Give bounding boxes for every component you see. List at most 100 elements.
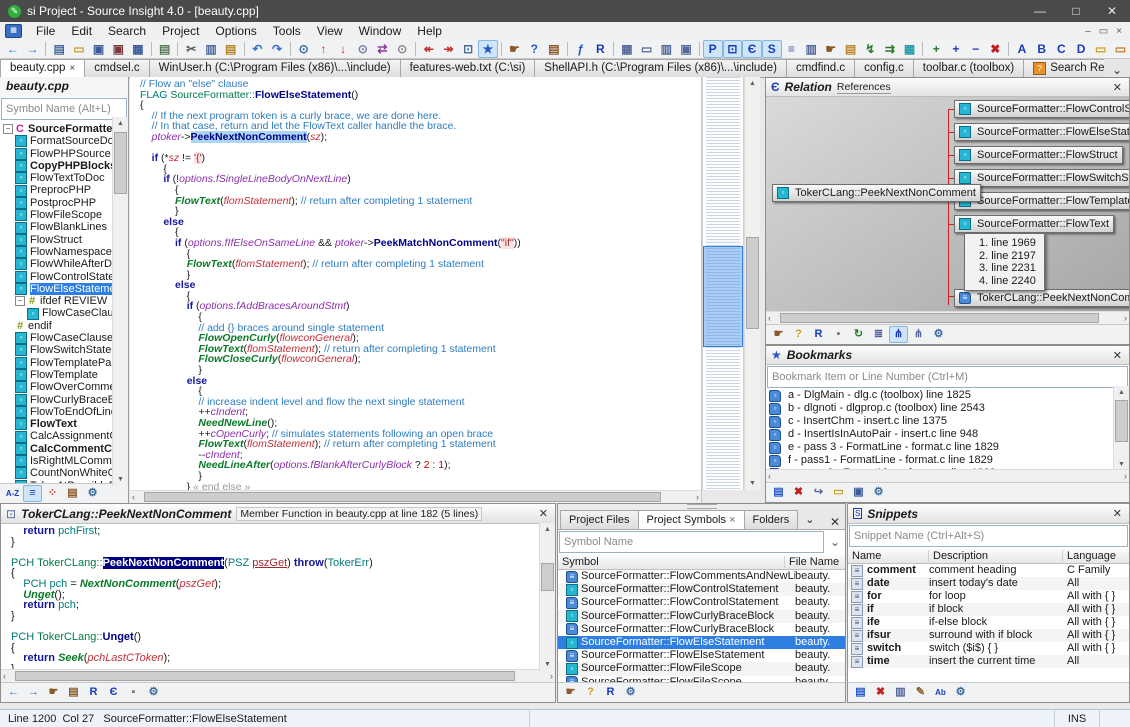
editor-vertical-scrollbar[interactable]: ▲▼ <box>744 77 760 490</box>
bookmark-b-icon[interactable]: B <box>1032 40 1052 58</box>
column-file-name[interactable]: File Name <box>785 556 845 568</box>
goto-bookmark-icon[interactable]: ↪ <box>809 484 828 501</box>
minimize-button[interactable]: — <box>1022 0 1058 22</box>
lock-icon[interactable]: ▪ <box>124 684 143 701</box>
symbol-item-flowcaseclause[interactable]: ▫FlowCaseClause <box>0 332 128 344</box>
clipboard-window-icon[interactable]: ▤ <box>841 40 861 58</box>
bookmark-item[interactable]: ▫d - InsertIsInAutoPair - insert.c line … <box>766 428 1129 441</box>
project-symbol-row[interactable]: ≡SourceFormatter::FlowCurlyBraceBlockbea… <box>558 623 845 636</box>
sort-alphabetic-icon[interactable]: A-Z <box>3 485 22 502</box>
grid-view-icon[interactable]: ▦ <box>900 40 920 58</box>
tab-cmdfind-c[interactable]: cmdfind.c <box>786 59 855 77</box>
snippet-row[interactable]: ≡switchswitch ($i$) { }All with { } <box>848 642 1129 655</box>
bookmarks-close-icon[interactable]: ✕ <box>1111 349 1124 362</box>
vertical-graph-icon[interactable]: ⋔ <box>909 326 928 343</box>
settings-gear-icon[interactable]: ⚙ <box>951 684 970 701</box>
delete-bookmark-icon[interactable]: ✖ <box>789 484 808 501</box>
symbol-tree[interactable]: −CSourceFormatter▫FormatSourceDoc▫FlowPH… <box>0 121 128 483</box>
open-bookmarks-icon[interactable]: ▭ <box>829 484 848 501</box>
split-window-icon[interactable]: ▥ <box>656 40 676 58</box>
tab-beauty-cpp[interactable]: beauty.cpp× <box>0 59 85 77</box>
save-bookmarks-icon[interactable]: ▣ <box>849 484 868 501</box>
relation-close-icon[interactable]: ✕ <box>1111 81 1124 94</box>
relation-graph[interactable]: ▫SourceFormatter::FlowControlStatement▫S… <box>766 97 1129 311</box>
tab-toolbar-c-toolbox[interactable]: toolbar.c (toolbox) <box>913 59 1024 77</box>
project-symbol-row[interactable]: ≡SourceFormatter::FlowElseStatementbeaut… <box>558 649 845 662</box>
save-all-icon[interactable]: ▦ <box>128 40 148 58</box>
symbol-item-tokeratpossibledecl[interactable]: ▫TokerAtPossibleDecl <box>0 480 128 483</box>
delete-snippet-icon[interactable]: ✖ <box>871 684 890 701</box>
reference-line-item[interactable]: 3. line 2231 <box>979 262 1036 275</box>
jump-callee-icon[interactable]: ↠ <box>439 40 459 58</box>
expand-all-icon[interactable]: + <box>946 40 966 58</box>
menu-search[interactable]: Search <box>100 23 154 40</box>
tab-folders[interactable]: Folders <box>744 510 799 529</box>
lookup-references-icon[interactable]: ☛ <box>561 684 580 701</box>
mdi-restore-icon[interactable]: ▭ <box>1099 26 1108 37</box>
column-description[interactable]: Description <box>929 550 1063 562</box>
column-name[interactable]: Name <box>848 550 929 562</box>
cut-icon[interactable]: ✂ <box>181 40 201 58</box>
tab-config-c[interactable]: config.c <box>854 59 914 77</box>
function-list-icon[interactable]: ƒ <box>571 40 591 58</box>
snippets-close-icon[interactable]: ✕ <box>1111 507 1124 520</box>
tile-windows-icon[interactable]: ▦ <box>617 40 637 58</box>
lookup-references-icon[interactable]: ☛ <box>769 326 788 343</box>
symbol-list-toggle-icon[interactable]: ≡ <box>782 40 802 58</box>
save-as-icon[interactable]: ▣ <box>108 40 128 58</box>
folder-new-icon[interactable]: ▭ <box>1111 40 1130 58</box>
symbol-item-flowtext[interactable]: ▫FlowText <box>0 418 128 430</box>
sidebar-scrollbar[interactable]: ▲▼ <box>112 117 128 486</box>
paste-icon[interactable]: ▤ <box>221 40 241 58</box>
symbol-item-postprocphp[interactable]: ▫PostprocPHP <box>0 197 128 209</box>
snippet-search-input[interactable] <box>849 525 1128 547</box>
project-symbol-row[interactable]: ▫SourceFormatter::FlowControlStatementbe… <box>558 583 845 596</box>
add-line-icon[interactable]: + <box>926 40 946 58</box>
symbol-item-calccommentcolumn[interactable]: ▫CalcCommentColumn <box>0 443 128 455</box>
tab-features-web-txt-c-si[interactable]: features-web.txt (C:\si) <box>400 59 536 77</box>
symbol-item-flowcaseclause1[interactable]: ▫FlowCaseClause1 <box>0 307 128 319</box>
editor-horizontal-scrollbar[interactable]: ‹› <box>130 490 701 503</box>
symbol-item-formatsourcedoc[interactable]: ▫FormatSourceDoc <box>0 135 128 147</box>
symbol-item-isrightmlcomment[interactable]: ▫IsRightMLComment <box>0 455 128 467</box>
symbol-item-ifdef-review[interactable]: −#ifdef REVIEW <box>0 295 128 307</box>
tab-shellapi-h-c-program-files-x86-include[interactable]: ShellAPI.h (C:\Program Files (x86)\...\i… <box>534 59 787 77</box>
settings-gear-icon[interactable]: ⚙ <box>621 684 640 701</box>
lookup-references-icon[interactable]: ☛ <box>44 684 63 701</box>
project-symbol-row[interactable]: ▫SourceFormatter::FlowCurlyBraceBlockbea… <box>558 610 845 623</box>
new-bookmark-icon[interactable]: ▤ <box>769 484 788 501</box>
search-files-icon[interactable]: ⊙ <box>353 40 373 58</box>
relation-node-left-tokerclang-peeknextnoncomment[interactable]: ▫TokerCLang::PeekNextNonComment <box>772 184 981 202</box>
symbol-item-flowblanklines[interactable]: ▫FlowBlankLines <box>0 221 128 233</box>
menu-tools[interactable]: Tools <box>265 23 309 40</box>
refresh-icon[interactable]: ↻ <box>849 326 868 343</box>
reference-line-item[interactable]: 1. line 1969 <box>979 237 1036 250</box>
symbol-item-flowtoendoflineraw[interactable]: ▫FlowToEndOfLineRaw <box>0 406 128 418</box>
relation-node-sourceformatter-flowtext[interactable]: ▫SourceFormatter::FlowText <box>954 215 1114 233</box>
menu-help[interactable]: Help <box>409 23 450 40</box>
bookmark-d-icon[interactable]: D <box>1071 40 1091 58</box>
import-symbols-icon[interactable]: ↯ <box>860 40 880 58</box>
full-window-icon[interactable]: ▭ <box>637 40 657 58</box>
settings-gear-icon[interactable]: ⚙ <box>144 684 163 701</box>
search-backward-icon[interactable]: ↓ <box>333 40 353 58</box>
symbol-item-flowelsestatement[interactable]: ▫FlowElseStatement <box>0 283 128 295</box>
browse-book-icon[interactable]: ▤ <box>64 684 83 701</box>
symbol-item-countnonwhiteonline[interactable]: ▫CountNonWhiteOnLine <box>0 467 128 479</box>
menu-options[interactable]: Options <box>207 23 264 40</box>
replace-icon[interactable]: ⇄ <box>373 40 393 58</box>
maximize-button[interactable]: □ <box>1058 0 1094 22</box>
save-icon[interactable]: ▣ <box>89 40 109 58</box>
new-file-icon[interactable]: ▤ <box>49 40 69 58</box>
rename-snippet-icon[interactable]: Ab <box>931 684 950 701</box>
symbol-item-flowphpsource[interactable]: ▫FlowPHPSource <box>0 148 128 160</box>
symbol-item-flowcurlybraceblock[interactable]: ▫FlowCurlyBraceBlock <box>0 394 128 406</box>
symbol-item-flowfilescope[interactable]: ▫FlowFileScope <box>0 209 128 221</box>
context-window-toggle-icon[interactable]: ⊡ <box>723 40 743 58</box>
bookmarks-scrollbar[interactable]: ▲▼ <box>1113 386 1129 471</box>
browse-icon[interactable]: ⊙ <box>392 40 412 58</box>
bookmarks-list[interactable]: ▫a - DlgMain - dlg.c (toolbox) line 1825… <box>766 389 1129 469</box>
relation-window-toggle-icon[interactable]: Є <box>742 40 762 58</box>
project-symbol-list[interactable]: ≡SourceFormatter::FlowCommentsAndNewLine… <box>558 570 845 682</box>
relation-horizontal-scrollbar[interactable]: ‹› <box>766 311 1129 324</box>
